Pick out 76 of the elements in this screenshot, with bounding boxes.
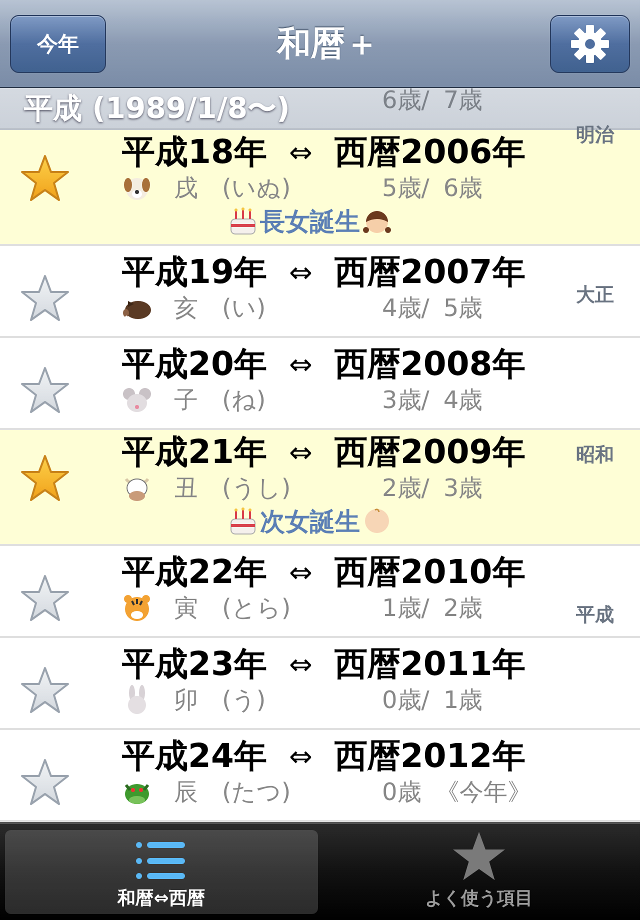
- arrow-symbol: ⇔: [288, 648, 312, 680]
- favorite-star-icon[interactable]: [20, 758, 70, 806]
- western-year: 西暦2008年: [334, 342, 526, 384]
- age-text: 3歳: [443, 473, 483, 504]
- arrow-symbol: ⇔: [288, 556, 312, 588]
- western-year: 西暦2010年: [334, 550, 526, 592]
- western-year: 西暦2007年: [334, 250, 526, 292]
- baby-icon: [362, 506, 392, 536]
- age-text: 《今年》: [435, 777, 532, 808]
- event-label: 長女誕生: [260, 206, 360, 238]
- zodiac-sign: 寅: [174, 593, 199, 624]
- zodiac-reading: (うし): [222, 473, 292, 504]
- zodiac-sign: 亥: [174, 293, 199, 324]
- index-entry[interactable]: 平成: [576, 603, 614, 627]
- index-entry[interactable]: 明治: [576, 123, 614, 147]
- zodiac-sign: 丑: [174, 473, 199, 504]
- western-year: 西暦2012年: [334, 734, 526, 776]
- favorite-star-icon[interactable]: [20, 366, 70, 414]
- this-year-button[interactable]: 今年: [10, 14, 106, 72]
- age-text: 3歳/: [382, 385, 430, 416]
- era-year: 平成22年: [122, 550, 267, 592]
- zodiac-reading: (いぬ): [222, 173, 292, 204]
- age-text: 7歳: [443, 88, 483, 112]
- western-year: 西暦2011年: [334, 642, 526, 684]
- age-text: 4歳/: [382, 293, 430, 324]
- zodiac-sign: 卯: [174, 685, 199, 716]
- favorite-star-icon[interactable]: [20, 454, 70, 502]
- era-year: 平成21年: [122, 430, 267, 472]
- age-text: 2歳/: [382, 473, 430, 504]
- era-year: 平成20年: [122, 342, 267, 384]
- age-text: 4歳: [443, 385, 483, 416]
- arrow-symbol: ⇔: [288, 348, 312, 380]
- favorite-star-icon[interactable]: [20, 574, 70, 622]
- age-text: 1歳/: [382, 593, 430, 624]
- zodiac-reading: (ね): [222, 385, 267, 416]
- age-text: 0歳/: [382, 685, 430, 716]
- zodiac-sign: 子: [174, 385, 199, 416]
- tab[interactable]: 和暦⇔西暦: [5, 830, 318, 914]
- zodiac-reading: (たつ): [222, 777, 292, 808]
- favorite-star-icon[interactable]: [20, 274, 70, 322]
- arrow-symbol: ⇔: [288, 740, 312, 772]
- era-year: 平成24年: [122, 734, 267, 776]
- index-entry[interactable]: 昭和: [576, 443, 614, 467]
- arrow-symbol: ⇔: [288, 136, 312, 168]
- age-text: 1歳: [443, 685, 483, 716]
- zodiac-sign: 戌: [174, 173, 199, 204]
- mouse-icon: [122, 385, 152, 415]
- arrow-symbol: ⇔: [288, 256, 312, 288]
- era-year: 平成19年: [122, 250, 267, 292]
- age-text: 0歳: [382, 777, 422, 808]
- tab[interactable]: よく使う項目: [322, 830, 635, 914]
- age-text: 5歳: [443, 293, 483, 324]
- western-year: 西暦2009年: [334, 430, 526, 472]
- section-header: 平成 (1989/1/8〜): [24, 90, 290, 127]
- age-text: 6歳: [443, 173, 483, 204]
- favorite-star-icon[interactable]: [20, 666, 70, 714]
- zodiac-sign: 辰: [174, 777, 199, 808]
- zodiac-reading: (い): [222, 293, 267, 324]
- era-year: 平成18年: [122, 130, 267, 172]
- age-text: 2歳: [443, 593, 483, 624]
- settings-icon: [570, 24, 610, 64]
- event-label: 次女誕生: [260, 506, 360, 538]
- age-text: 6歳/: [382, 88, 430, 112]
- tiger-icon: [122, 593, 152, 623]
- era-year: 平成23年: [122, 642, 267, 684]
- arrow-symbol: ⇔: [288, 436, 312, 468]
- zodiac-reading: (とら): [222, 593, 292, 624]
- age-text: 5歳/: [382, 173, 430, 204]
- app-title: 和暦＋: [277, 22, 379, 66]
- zodiac-reading: (う): [222, 685, 267, 716]
- favorite-star-icon[interactable]: [20, 154, 70, 202]
- cake-icon: [228, 506, 258, 536]
- settings-button[interactable]: [550, 14, 630, 72]
- cake-icon: [228, 206, 258, 236]
- western-year: 西暦2006年: [334, 130, 526, 172]
- index-entry[interactable]: 大正: [576, 283, 614, 307]
